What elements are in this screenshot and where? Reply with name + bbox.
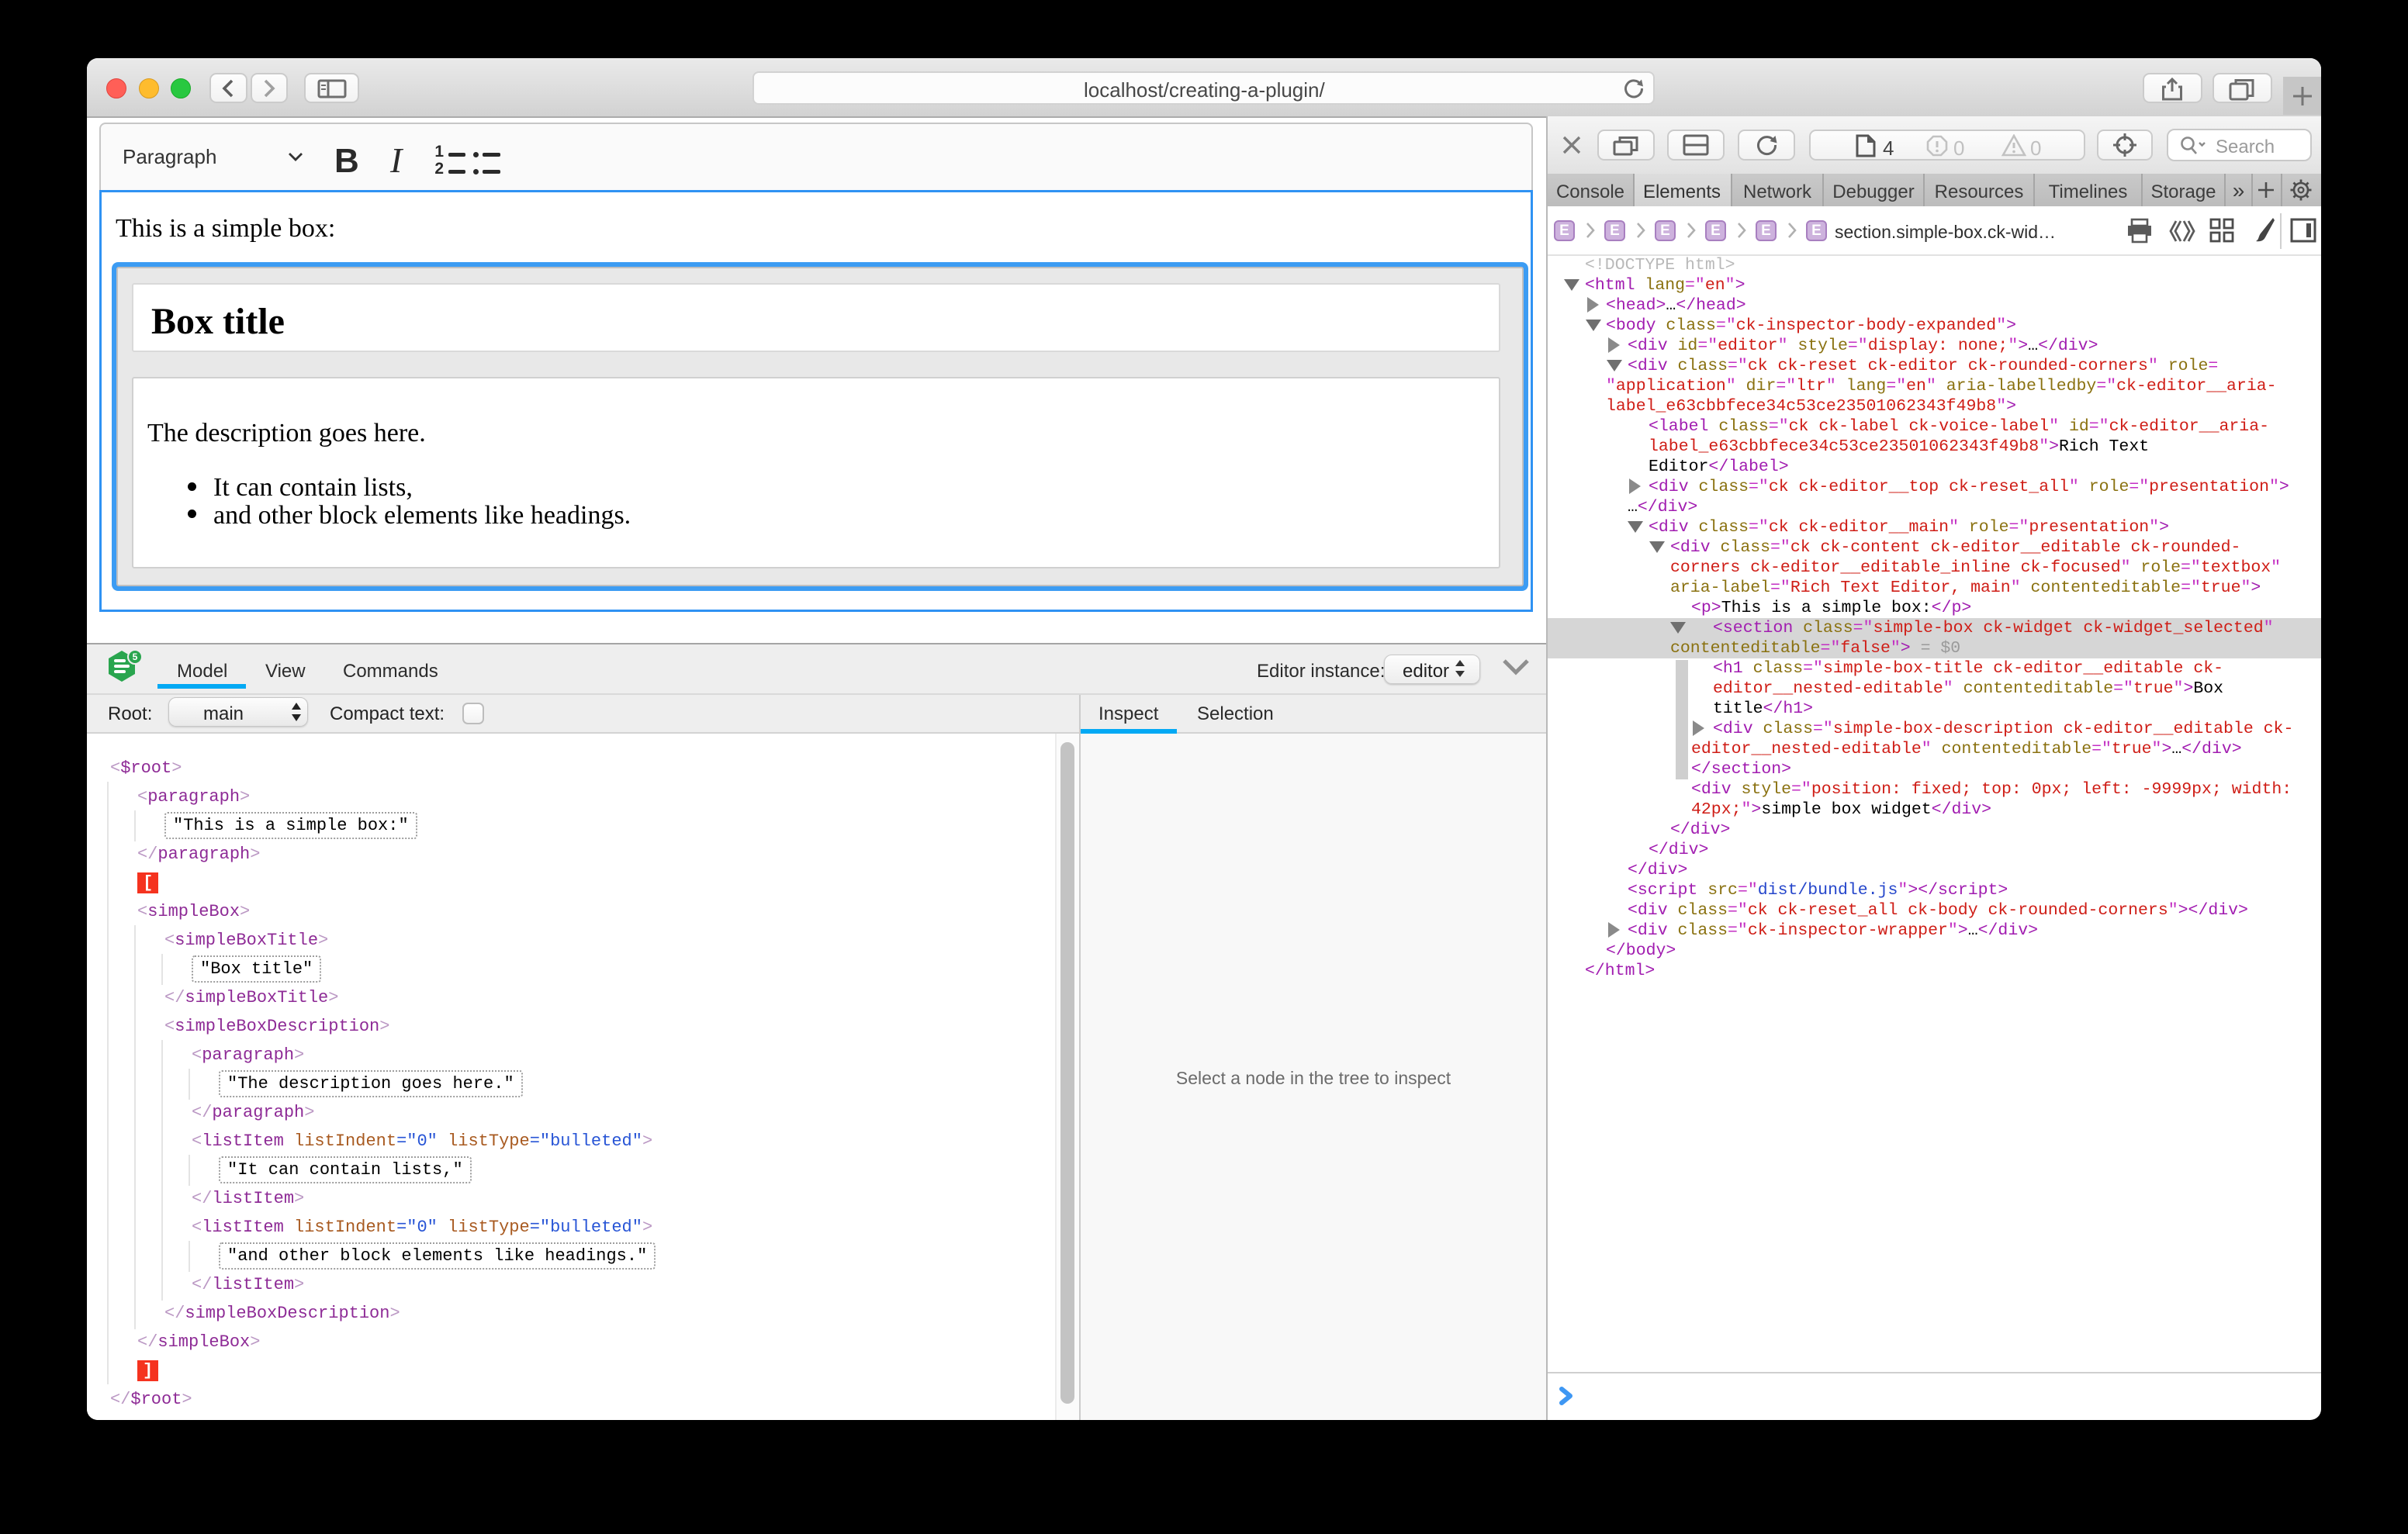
svg-text:5: 5 — [133, 651, 138, 662]
